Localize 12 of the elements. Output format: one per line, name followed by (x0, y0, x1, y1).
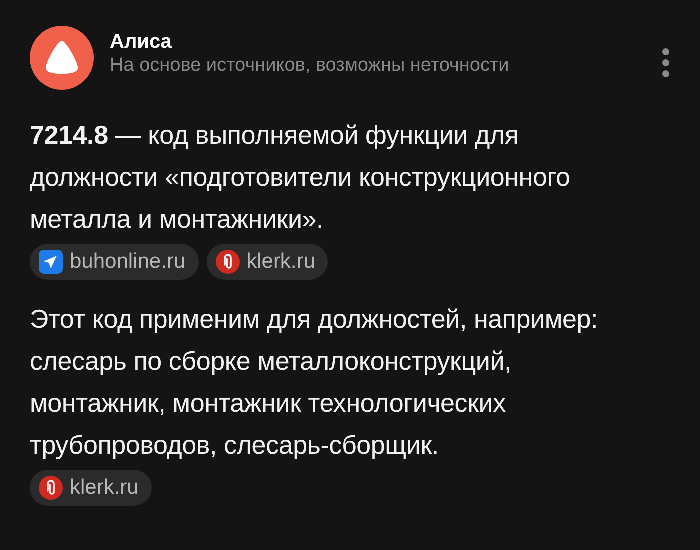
paperclip-icon (216, 250, 240, 274)
disclaimer-text: На основе источников, возможны неточности (110, 54, 510, 78)
paper-plane-icon (39, 250, 63, 274)
more-menu-icon[interactable] (662, 48, 670, 78)
source-link[interactable]: klerk.ru (30, 470, 152, 506)
assistant-logo-icon (30, 26, 94, 90)
assistant-name: Алиса (110, 30, 173, 54)
source-link[interactable]: buhonline.ru (30, 244, 199, 280)
source-link[interactable]: klerk.ru (206, 244, 328, 280)
answer-paragraph: 7214.8 — код выполняемой функции для должности «подготовители конструкционного металла и монтажники». (30, 119, 572, 236)
paperclip-icon (39, 476, 63, 500)
answer-paragraph: Этот код применим для должностей, например: слесарь по сборке металлоконструкций, монтажник, монтажник технологических трубопроводов, слесарь-сборщик. (30, 303, 600, 462)
